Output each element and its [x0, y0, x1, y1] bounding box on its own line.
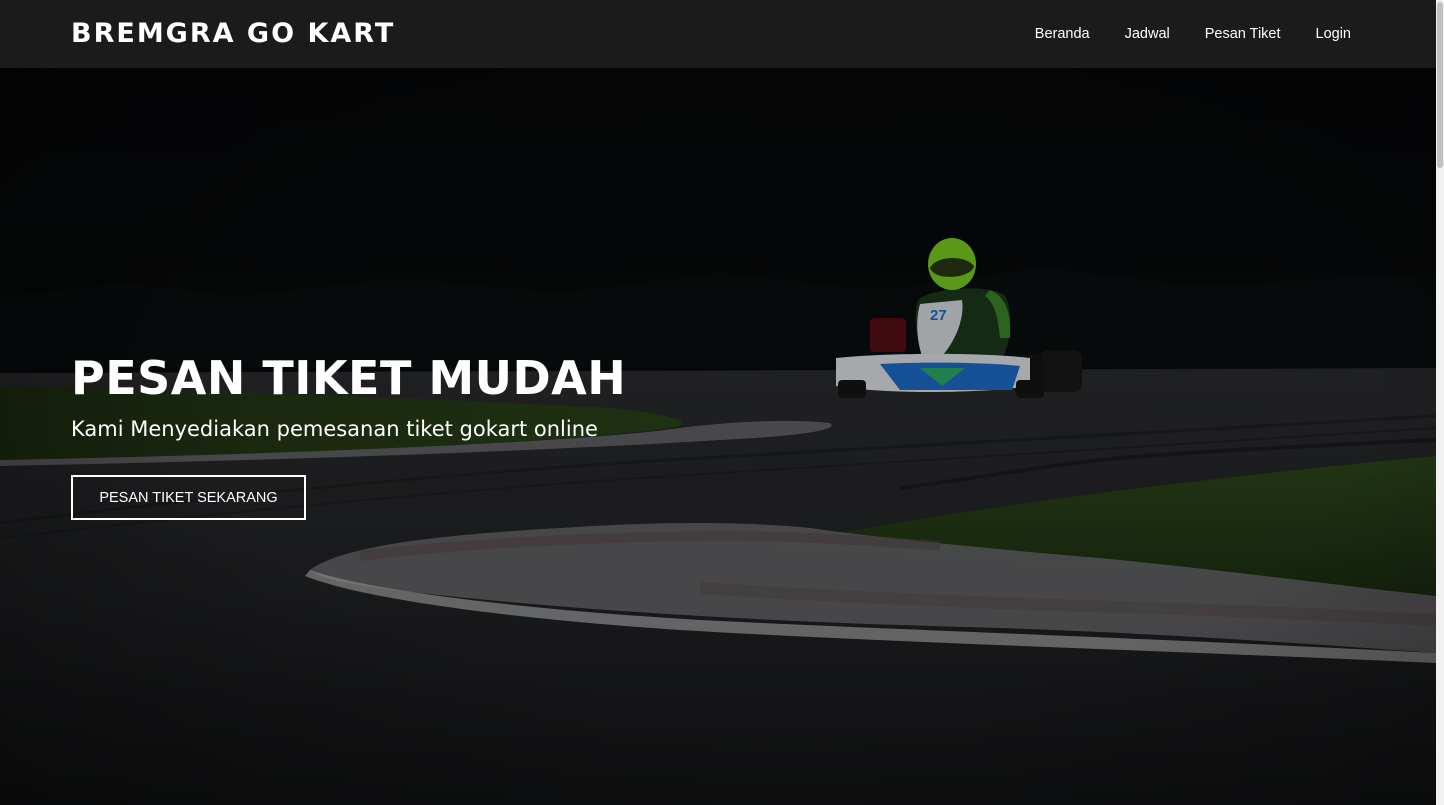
- nav-item-beranda: Beranda: [1035, 25, 1090, 43]
- nav-link-beranda[interactable]: Beranda: [1035, 26, 1090, 42]
- navbar: BREMGRA GO KART Beranda Jadwal Pesan Tik…: [0, 0, 1436, 68]
- hero-title: PESAN TIKET MUDAH: [71, 351, 627, 405]
- book-ticket-button[interactable]: PESAN TIKET SEKARANG: [71, 475, 306, 520]
- nav-link-jadwal[interactable]: Jadwal: [1125, 26, 1170, 42]
- nav-link-login[interactable]: Login: [1316, 26, 1351, 42]
- hero-section: 27 PESAN TIKET MUDAH Kami Menyediakan pe…: [0, 68, 1436, 805]
- nav-item-pesan-tiket: Pesan Tiket: [1205, 25, 1281, 43]
- page: BREMGRA GO KART Beranda Jadwal Pesan Tik…: [0, 0, 1444, 805]
- brand-logo-link[interactable]: BREMGRA GO KART: [71, 16, 395, 52]
- nav-menu: Beranda Jadwal Pesan Tiket Login: [1000, 0, 1351, 68]
- nav-item-jadwal: Jadwal: [1125, 25, 1170, 43]
- page-scrollbar[interactable]: [1436, 0, 1444, 805]
- nav-item-login: Login: [1316, 25, 1351, 43]
- scrollbar-thumb[interactable]: [1437, 2, 1443, 168]
- hero-subtitle: Kami Menyediakan pemesanan tiket gokart …: [71, 417, 598, 441]
- nav-link-pesan-tiket[interactable]: Pesan Tiket: [1205, 26, 1281, 42]
